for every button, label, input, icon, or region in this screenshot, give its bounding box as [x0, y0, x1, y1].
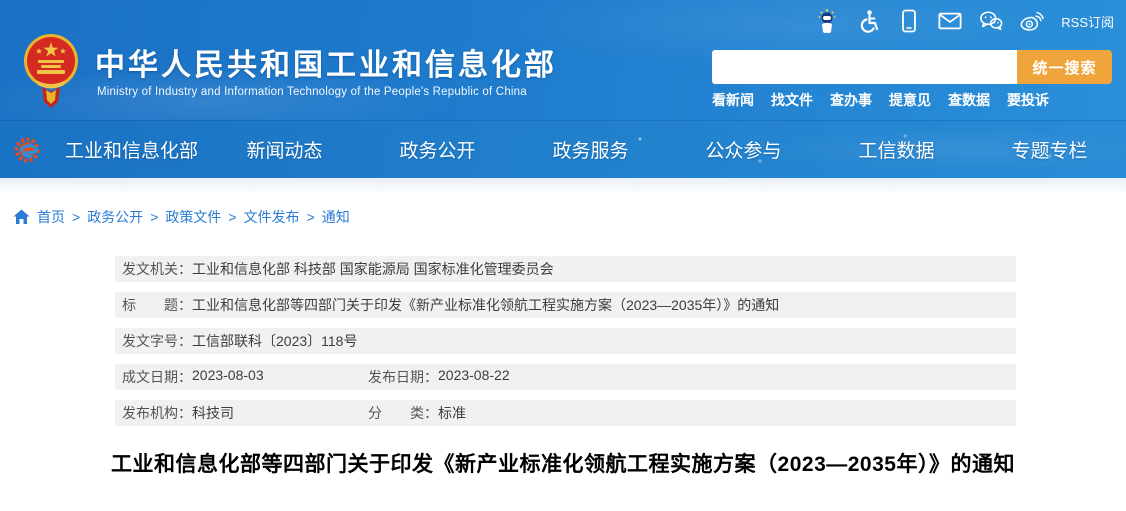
topbar: RSS订阅 [815, 8, 1114, 34]
quick-link-services[interactable]: 查办事 [830, 90, 872, 110]
quick-link-data[interactable]: 查数据 [948, 90, 990, 110]
meta-value: 2023-08-03 [192, 367, 264, 383]
quick-links: 看新闻 找文件 查办事 提意见 查数据 要投诉 [712, 90, 1049, 110]
nav-item-gov-disclosure[interactable]: 政务公开 [361, 136, 514, 163]
meta-row-publisher-category: 发布机构： 科技司 分 类： 标准 [115, 400, 1016, 426]
meta-label: 成文日期： [122, 369, 192, 385]
meta-label: 发布日期： [368, 369, 438, 385]
meta-label: 分 类： [368, 405, 438, 421]
meta-label: 发文字号： [122, 333, 192, 349]
quick-link-complaint[interactable]: 要投诉 [1007, 90, 1049, 110]
site-title: 中华人民共和国工业和信息化部 [95, 49, 557, 82]
meta-value: 工业和信息化部 科技部 国家能源局 国家标准化管理委员会 [192, 261, 554, 277]
meta-label: 发布机构： [122, 405, 192, 421]
breadcrumb-home[interactable]: 首页 [37, 207, 65, 227]
breadcrumb-separator: > [306, 209, 315, 225]
accessibility-icon[interactable] [856, 8, 880, 34]
quick-link-feedback[interactable]: 提意见 [889, 90, 931, 110]
breadcrumb-policy-documents[interactable]: 政策文件 [165, 207, 221, 227]
nav-item-public-participation[interactable]: 公众参与 [667, 136, 820, 163]
breadcrumb-document-release[interactable]: 文件发布 [244, 207, 300, 227]
meta-row-title: 标 题： 工业和信息化部等四部门关于印发《新产业标准化领航工程实施方案（2023… [115, 292, 1016, 318]
nav-item-news[interactable]: 新闻动态 [208, 136, 361, 163]
nav-item-gov-services[interactable]: 政务服务 [514, 136, 667, 163]
main-navbar: 工业和信息化部 新闻动态 政务公开 政务服务 公众参与 工信数据 专题专栏 [0, 120, 1126, 178]
nav-item-miit[interactable]: 工业和信息化部 [55, 136, 208, 163]
header-shadow-strip [0, 178, 1126, 192]
meta-row-doc-number: 发文字号： 工信部联科〔2023〕118号 [115, 328, 1016, 354]
quick-link-news[interactable]: 看新闻 [712, 90, 754, 110]
nav-item-miit-data[interactable]: 工信数据 [820, 136, 973, 163]
breadcrumb: 首页 > 政务公开 > 政策文件 > 文件发布 > 通知 [0, 192, 1126, 228]
unified-search-button[interactable]: 统一搜索 [1017, 50, 1112, 84]
meta-label: 标 题： [122, 297, 192, 313]
meta-value: 科技司 [192, 405, 234, 421]
meta-value: 工信部联科〔2023〕118号 [192, 333, 358, 349]
wechat-icon[interactable] [979, 8, 1003, 34]
national-emblem [22, 30, 80, 110]
site-subtitle: Ministry of Industry and Information Tec… [97, 86, 527, 98]
mail-icon[interactable] [938, 8, 962, 34]
breadcrumb-notice[interactable]: 通知 [322, 207, 350, 227]
meta-label: 发文机关： [122, 261, 192, 277]
breadcrumb-gov-disclosure[interactable]: 政务公开 [87, 207, 143, 227]
search-input[interactable] [712, 50, 1017, 84]
site-header: 中华人民共和国工业和信息化部 Ministry of Industry and … [0, 0, 1126, 120]
quick-link-files[interactable]: 找文件 [771, 90, 813, 110]
search-bar: 统一搜索 [712, 50, 1112, 84]
meta-value: 工业和信息化部等四部门关于印发《新产业标准化领航工程实施方案（2023—2035… [192, 297, 780, 313]
robot-icon[interactable] [815, 8, 839, 34]
meta-row-dates: 成文日期： 2023-08-03 发布日期： 2023-08-22 [115, 364, 1016, 390]
rss-subscribe-link[interactable]: RSS订阅 [1061, 12, 1114, 31]
nav-item-special-topics[interactable]: 专题专栏 [973, 136, 1126, 163]
meta-value: 2023-08-22 [438, 367, 510, 383]
document-meta-table: 发文机关： 工业和信息化部 科技部 国家能源局 国家标准化管理委员会 标 题： … [115, 256, 1016, 426]
breadcrumb-separator: > [150, 209, 159, 225]
meta-value: 标准 [438, 405, 466, 421]
weibo-icon[interactable] [1020, 8, 1045, 34]
home-icon[interactable] [13, 209, 30, 225]
meta-row-issuing-agency: 发文机关： 工业和信息化部 科技部 国家能源局 国家标准化管理委员会 [115, 256, 1016, 282]
mobile-icon[interactable] [897, 8, 921, 34]
nav-items: 工业和信息化部 新闻动态 政务公开 政务服务 公众参与 工信数据 专题专栏 [0, 136, 1126, 163]
article-title: 工业和信息化部等四部门关于印发《新产业标准化领航工程实施方案（2023—2035… [111, 453, 1015, 476]
breadcrumb-separator: > [228, 209, 237, 225]
breadcrumb-separator: > [72, 209, 81, 225]
